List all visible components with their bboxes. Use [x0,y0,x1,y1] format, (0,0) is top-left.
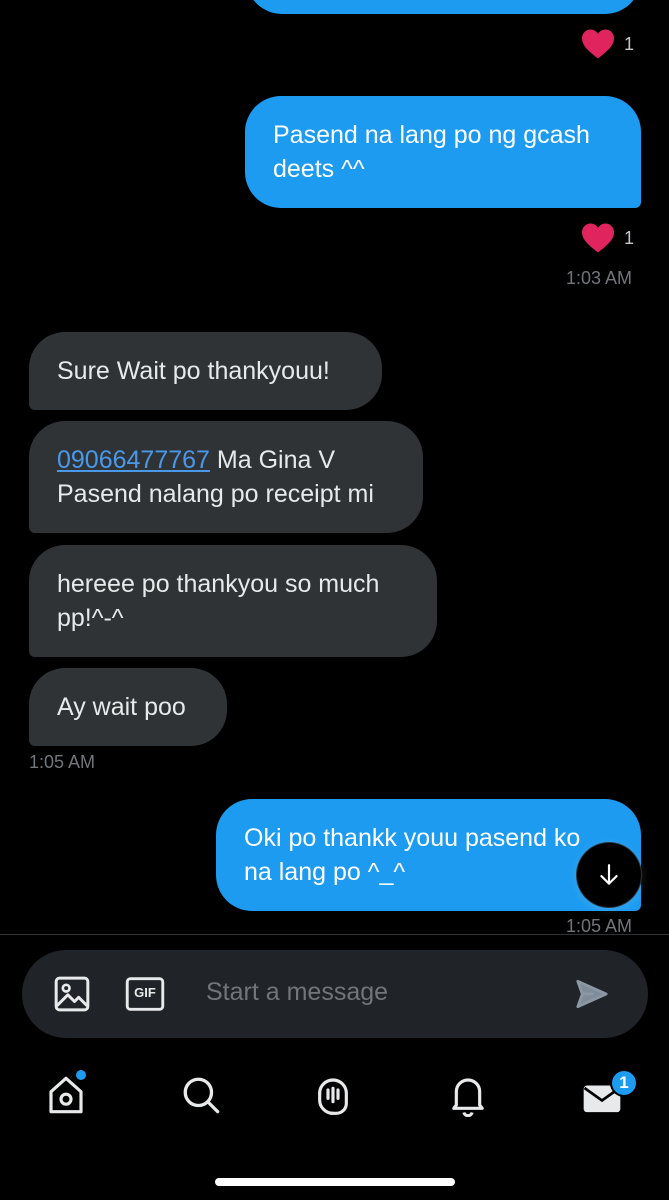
gif-label: GIF [134,985,156,1000]
send-button[interactable] [574,976,610,1017]
message-bubble-incoming[interactable]: Ay wait poo [29,668,227,746]
nav-search-button[interactable] [180,1073,222,1122]
composer-divider [0,934,669,935]
heart-icon [582,223,614,253]
image-icon [54,976,90,1012]
add-photo-button[interactable] [52,974,92,1019]
spaces-icon [318,1078,348,1115]
reaction-count: 1 [624,33,635,54]
message-bubble-incoming[interactable]: hereee po thankyou so much pp!^-^ [29,545,437,657]
message-timestamp: 1:03 AM [566,268,633,288]
add-gif-button[interactable]: GIF [124,974,166,1019]
message-input[interactable]: Start a message [206,978,388,1007]
messages-unread-badge: 1 [610,1069,638,1097]
message-bubble-outgoing[interactable]: Oki po thankk youu pasend ko na lang po … [216,799,641,911]
message-text: 09066477767 Ma Gina V Pasend nalang po r… [57,443,395,511]
message-reaction[interactable]: 1 [580,222,634,254]
search-icon [183,1077,220,1114]
message-composer: GIF Start a message [22,950,648,1038]
message-bubble-incoming[interactable]: 09066477767 Ma Gina V Pasend nalang po r… [29,421,423,533]
scroll-to-bottom-button[interactable] [577,843,641,907]
message-timestamp: 1:05 AM [29,752,96,772]
arrow-down-icon [600,864,618,885]
message-bubble-outgoing-partial[interactable] [246,0,641,14]
nav-spaces-button[interactable] [313,1073,353,1122]
home-indicator [215,1178,455,1186]
message-bubble-incoming[interactable]: Sure Wait po thankyouu! [29,332,382,410]
phone-number-link[interactable]: 09066477767 [57,446,210,474]
heart-icon [582,29,614,59]
send-icon [576,979,608,1009]
reaction-count: 1 [624,227,635,248]
bell-icon [452,1078,484,1118]
message-bubble-outgoing[interactable]: Pasend na lang po ng gcash deets ^^ [245,96,641,208]
dm-conversation-screen: 1 Pasend na lang po ng gcash deets ^^ 1 … [0,0,669,1200]
home-notification-dot [75,1069,87,1081]
nav-notifications-button[interactable] [448,1073,488,1122]
message-reaction[interactable]: 1 [580,28,634,60]
